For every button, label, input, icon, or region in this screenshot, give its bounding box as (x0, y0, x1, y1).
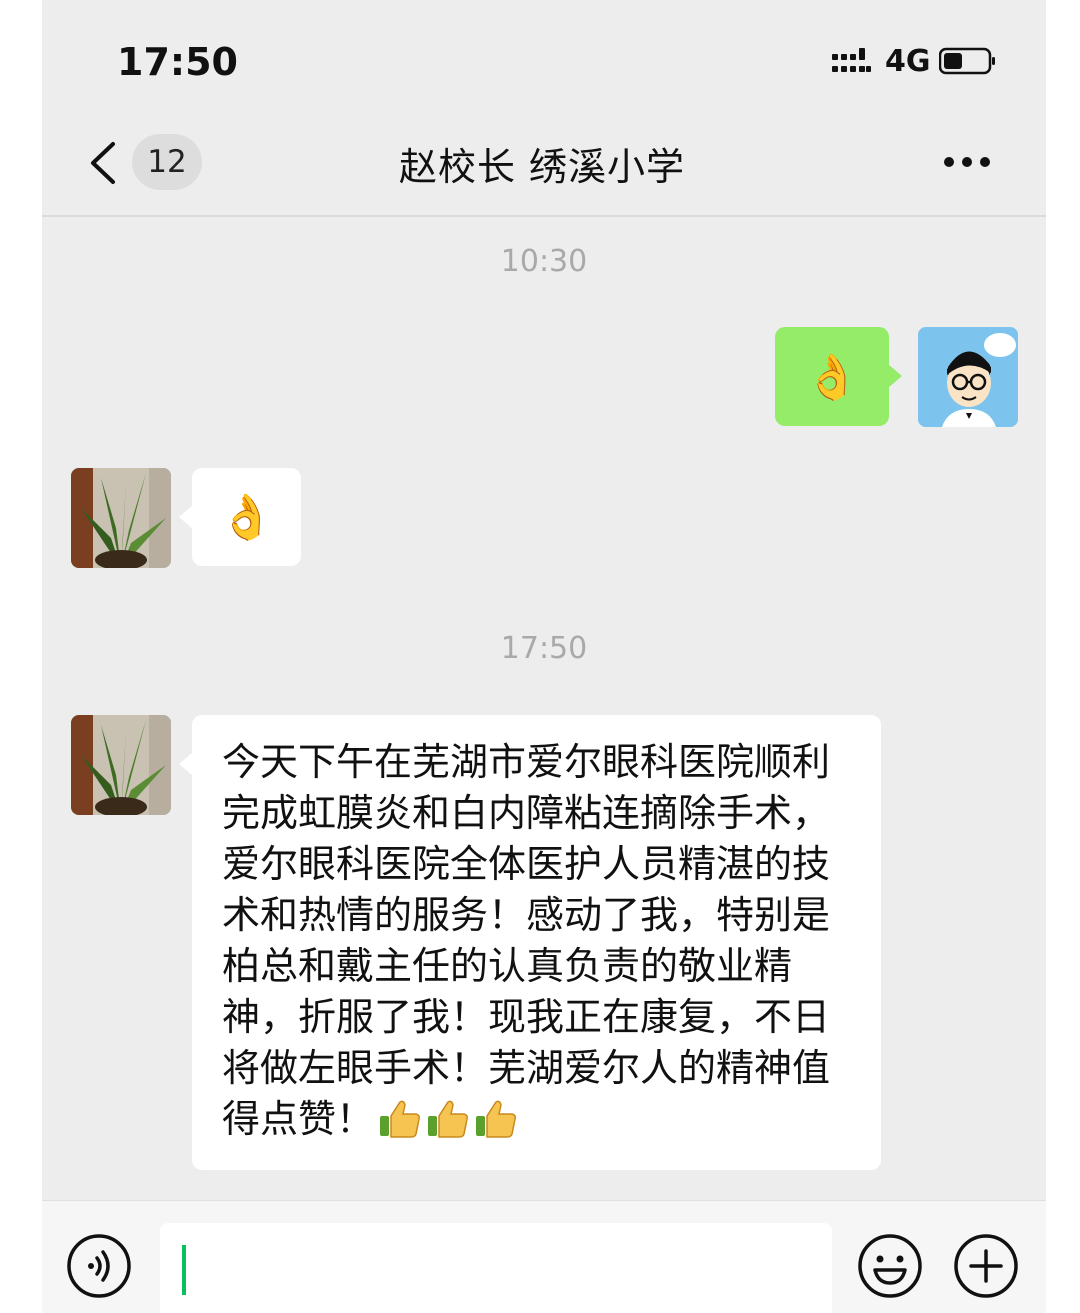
chat-title: 赵校长 绣溪小学 (398, 145, 686, 189)
more-functions-plus-icon[interactable] (953, 1233, 1019, 1299)
unread-count-badge[interactable]: 12 (132, 134, 202, 190)
plant-photo-icon (71, 715, 171, 815)
bubble-tail (179, 505, 193, 529)
bubble-tail (888, 364, 902, 388)
ok-hand-emoji: 👌 (804, 351, 860, 403)
text-caret (182, 1245, 186, 1295)
thumbs-up-icon (476, 1100, 516, 1138)
message-body: 今天下午在芜湖市爱尔眼科医院顺利完成虹膜炎和白内障粘连摘除手术，爱尔眼科医院全体… (222, 740, 831, 1141)
thumbs-up-icon (428, 1100, 468, 1138)
bubble-tail (179, 752, 193, 776)
contact-avatar[interactable] (71, 468, 171, 568)
contact-avatar[interactable] (71, 715, 171, 815)
ok-hand-emoji: 👌 (219, 492, 274, 543)
more-options-icon[interactable] (942, 148, 992, 176)
incoming-message-bubble[interactable]: 今天下午在芜湖市爱尔眼科医院顺利完成虹膜炎和白内障粘连摘除手术，爱尔眼科医院全体… (192, 715, 881, 1170)
battery-icon (939, 47, 995, 75)
chat-screen: 17:50 4G 12 赵校长 绣溪小学 10:30 👌 👌 17:50 今天下… (42, 0, 1046, 1313)
emoji-picker-icon[interactable] (857, 1233, 923, 1299)
status-time: 17:50 (117, 40, 238, 84)
thumbs-up-emoji-group (374, 1097, 518, 1141)
cartoon-avatar-icon (918, 327, 1018, 427)
signal-icon (832, 48, 871, 72)
my-avatar[interactable] (918, 327, 1018, 427)
chat-timestamp: 17:50 (500, 631, 588, 666)
incoming-message-bubble[interactable]: 👌 (192, 468, 301, 566)
chat-timestamp: 10:30 (500, 244, 588, 279)
plant-photo-icon (71, 468, 171, 568)
thumbs-up-icon (380, 1100, 420, 1138)
message-input[interactable] (160, 1223, 832, 1313)
back-chevron-icon[interactable] (87, 140, 119, 186)
chat-header: 17:50 4G 12 赵校长 绣溪小学 (42, 0, 1046, 217)
input-toolbar (42, 1200, 1046, 1313)
outgoing-message-bubble[interactable]: 👌 (775, 327, 889, 426)
voice-input-icon[interactable] (66, 1233, 132, 1299)
network-type: 4G (885, 44, 931, 79)
message-text: 今天下午在芜湖市爱尔眼科医院顺利完成虹膜炎和白内障粘连摘除手术，爱尔眼科医院全体… (222, 737, 857, 1145)
